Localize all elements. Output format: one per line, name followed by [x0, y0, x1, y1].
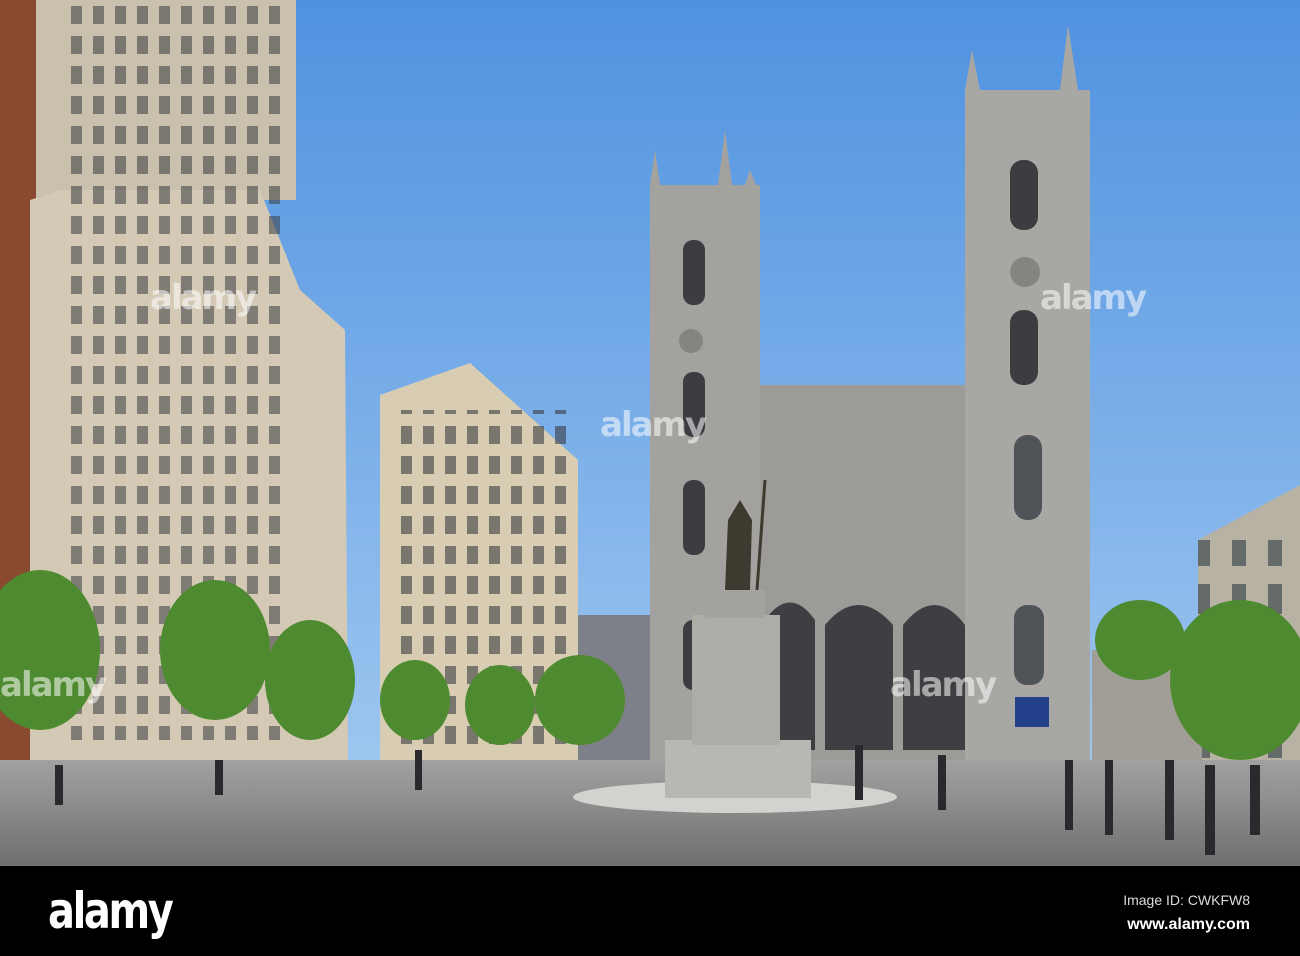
watermark: alamy	[890, 665, 997, 705]
watermark: alamy	[0, 665, 107, 705]
watermark: alamy	[600, 405, 707, 445]
stock-photo-page: alamy alamy alamy alamy alamy alamy Imag…	[0, 0, 1300, 956]
watermark: alamy	[1040, 278, 1147, 318]
website-link[interactable]: www.alamy.com	[1127, 916, 1250, 934]
footer-bar: alamy Image ID: CWKFW8 www.alamy.com	[0, 866, 1300, 956]
image-id: Image ID: CWKFW8	[1123, 892, 1250, 908]
watermark: alamy	[150, 278, 257, 318]
alamy-logo[interactable]: alamy	[48, 882, 174, 940]
